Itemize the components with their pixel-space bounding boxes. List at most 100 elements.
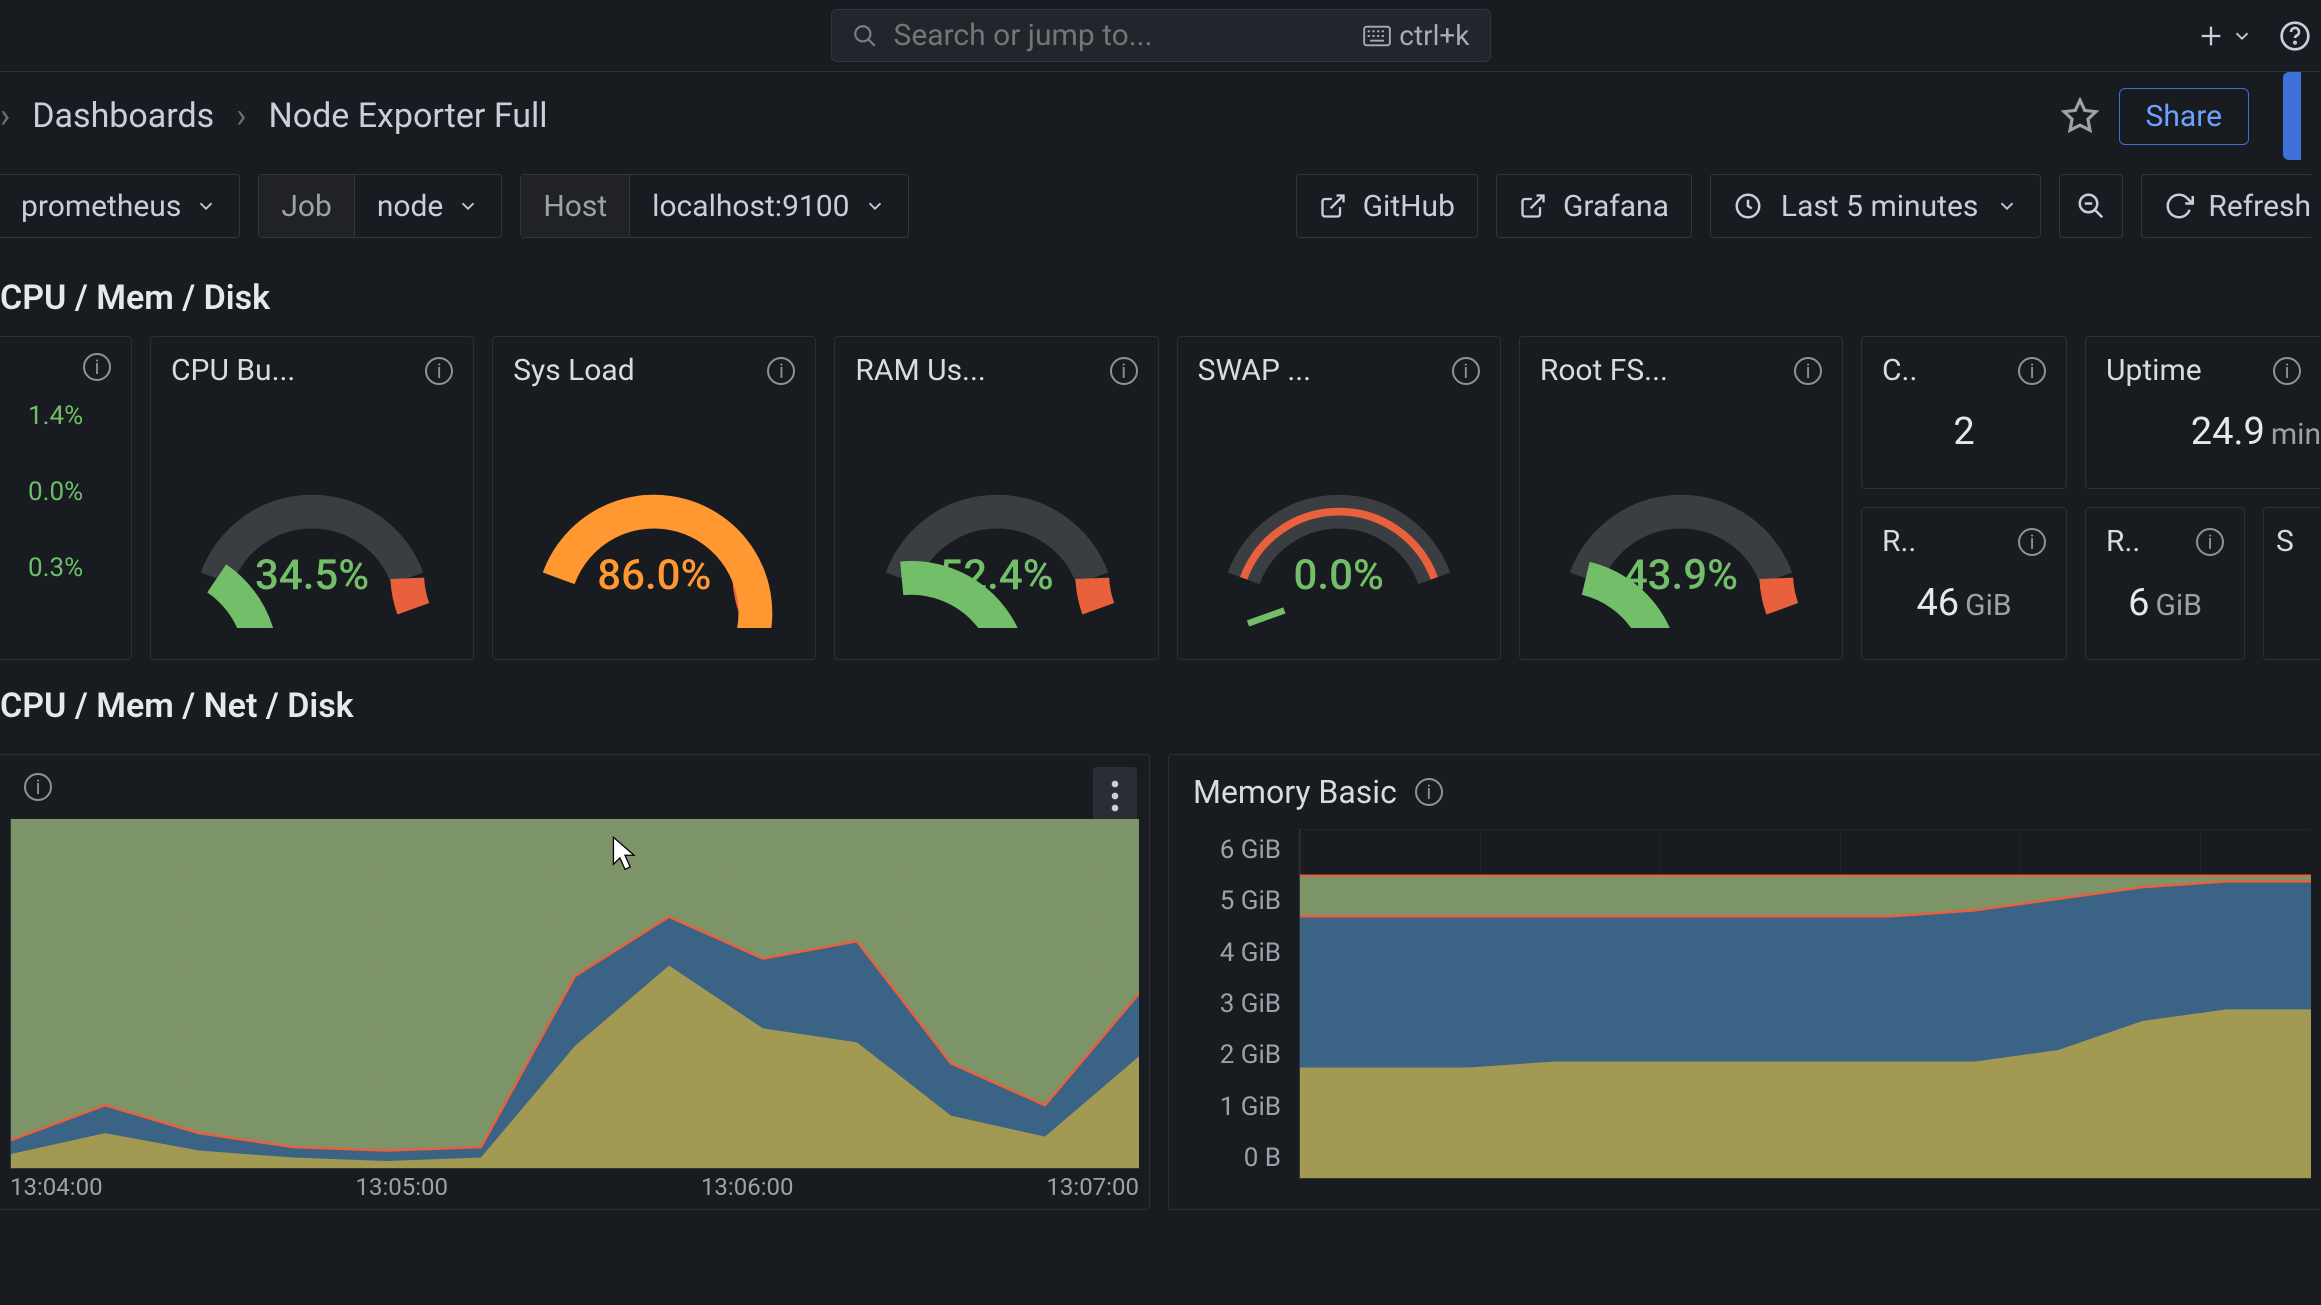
panel-menu-button[interactable]	[1093, 767, 1137, 825]
mini-value-0: 1.4%	[28, 401, 131, 431]
chevron-down-icon	[457, 195, 479, 217]
zoom-out-button[interactable]	[2059, 174, 2123, 238]
info-icon[interactable]: i	[1415, 778, 1443, 806]
external-link-icon	[1519, 192, 1547, 220]
gauge-value: 43.9%	[1520, 551, 1842, 600]
time-range-picker[interactable]: Last 5 minutes	[1710, 174, 2041, 238]
chart-x-axis: 13:04:0013:05:0013:06:0013:07:00	[10, 1173, 1139, 1199]
gauge-arc	[524, 468, 784, 628]
job-label: Job	[259, 175, 355, 237]
stat-value: 46GiB	[1862, 559, 2066, 625]
cursor-icon	[612, 836, 638, 872]
gauge-value: 34.5%	[151, 551, 473, 600]
stat-value: 6GiB	[2086, 559, 2244, 625]
stat-value: 24.9min	[2086, 388, 2321, 454]
gauge-arc	[867, 468, 1127, 628]
host-value[interactable]: localhost:9100	[630, 175, 907, 237]
refresh-icon	[2164, 191, 2194, 221]
info-icon[interactable]: i	[24, 773, 52, 801]
info-icon[interactable]: i	[1452, 357, 1480, 385]
kebab-icon	[1111, 780, 1119, 812]
chart-y-axis: 6 GiB5 GiB4 GiB3 GiB2 GiB1 GiB0 B	[1181, 829, 1291, 1179]
panel-title: R..	[1882, 524, 1916, 559]
topbar-actions	[2197, 18, 2313, 54]
row-title-2[interactable]: CPU / Mem / Net / Disk	[0, 660, 2321, 744]
info-icon[interactable]: i	[767, 357, 795, 385]
cpu-mini-panel: i 1.4% 0.0% 0.3%	[0, 336, 132, 660]
stat-s: S	[2263, 507, 2321, 660]
clock-icon	[1733, 191, 1763, 221]
panel-title: Memory Basic	[1193, 773, 1397, 811]
gauge-sys-load: Sys Load i 86.0%	[492, 336, 816, 660]
info-icon[interactable]: i	[425, 357, 453, 385]
info-icon[interactable]: i	[2196, 528, 2224, 556]
gauge-cpu-busy: CPU Bu... i 34.5%	[150, 336, 474, 660]
datasource-picker[interactable]: prometheus	[0, 174, 240, 238]
chevron-down-icon	[864, 195, 886, 217]
keyboard-icon	[1363, 25, 1391, 47]
chevron-down-icon	[2231, 25, 2253, 47]
breadcrumb-dashboards[interactable]: Dashboards	[32, 96, 214, 136]
row-title-1[interactable]: CPU / Mem / Disk	[0, 252, 2321, 336]
panel-title: CPU Bu...	[171, 353, 295, 388]
chevron-down-icon	[1996, 195, 2018, 217]
primary-button-edge[interactable]	[2283, 72, 2301, 160]
chevron-down-icon	[195, 195, 217, 217]
add-button[interactable]	[2197, 22, 2253, 50]
host-label: Host	[521, 175, 630, 237]
info-icon[interactable]: i	[1794, 357, 1822, 385]
gauges-row: i 1.4% 0.0% 0.3% CPU Bu... i 34.5% Sys Lo…	[0, 336, 2321, 660]
stat-uptime: Uptime i 24.9min	[2085, 336, 2321, 489]
stat-column-2: Uptime i 24.9min R.. i 6GiB S	[2085, 336, 2321, 660]
info-icon[interactable]: i	[2018, 528, 2046, 556]
job-picker[interactable]: Job node	[258, 174, 502, 238]
panel-title: Sys Load	[513, 353, 634, 388]
breadcrumb-current: Node Exporter Full	[268, 96, 547, 136]
gauge-rootfs: Root FS...i 43.9%	[1519, 336, 1843, 660]
gauge-value: 0.0%	[1178, 551, 1500, 600]
refresh-button[interactable]: Refresh	[2141, 174, 2311, 238]
info-icon[interactable]: i	[1110, 357, 1138, 385]
mini-value-1: 0.0%	[28, 477, 131, 507]
search-icon	[852, 23, 878, 49]
star-icon[interactable]	[2061, 97, 2099, 135]
gauge-arc	[1209, 468, 1469, 628]
gauge-ram: RAM Us... i 52.4%	[834, 336, 1158, 660]
global-search[interactable]: ctrl+k	[831, 9, 1491, 62]
help-icon	[2279, 20, 2311, 52]
panel-title: Uptime	[2106, 353, 2202, 388]
chart-plot[interactable]	[1299, 829, 2311, 1179]
stat-column-1: C..i 2 R..i 46GiB	[1861, 336, 2067, 660]
panel-title: RAM Us...	[855, 353, 985, 388]
plus-icon	[2197, 22, 2225, 50]
stat-value: 2	[1862, 388, 2066, 454]
chart-plot[interactable]	[10, 819, 1139, 1169]
panel-title: R..	[2106, 524, 2140, 559]
github-link[interactable]: GitHub	[1296, 174, 1478, 238]
gauge-value: 86.0%	[493, 551, 815, 600]
charts-row: i 13:04:0013:05:0013:06:0013:07:00 Memor…	[0, 754, 2321, 1210]
grafana-link[interactable]: Grafana	[1496, 174, 1692, 238]
gauge-arc	[1551, 468, 1811, 628]
help-button[interactable]	[2277, 18, 2313, 54]
gauge-swap: SWAP ... i 0.0%	[1177, 336, 1501, 660]
zoom-out-icon	[2076, 191, 2106, 221]
chart-cpu-basic: i 13:04:0013:05:0013:06:0013:07:00	[0, 754, 1150, 1210]
job-value[interactable]: node	[355, 175, 502, 237]
search-input[interactable]	[894, 18, 1348, 53]
info-icon[interactable]: i	[83, 353, 111, 381]
toolbar: prometheus Job node Host localhost:9100 …	[0, 160, 2321, 252]
stat-r1: R.. i 46GiB	[1861, 507, 2067, 660]
breadcrumb-sep: ›	[0, 96, 10, 136]
gauge-value: 52.4%	[835, 551, 1157, 600]
info-icon[interactable]: i	[2273, 357, 2301, 385]
topbar: ctrl+k	[0, 0, 2321, 72]
panel-title: S	[2276, 524, 2294, 559]
host-picker[interactable]: Host localhost:9100	[520, 174, 908, 238]
info-icon[interactable]: i	[2018, 357, 2046, 385]
share-button[interactable]: Share	[2119, 88, 2249, 145]
panel-title: SWAP ...	[1198, 353, 1311, 388]
mini-value-2: 0.3%	[28, 553, 131, 583]
gauge-arc	[182, 468, 442, 628]
breadcrumb-row: › Dashboards › Node Exporter Full Share	[0, 72, 2321, 160]
